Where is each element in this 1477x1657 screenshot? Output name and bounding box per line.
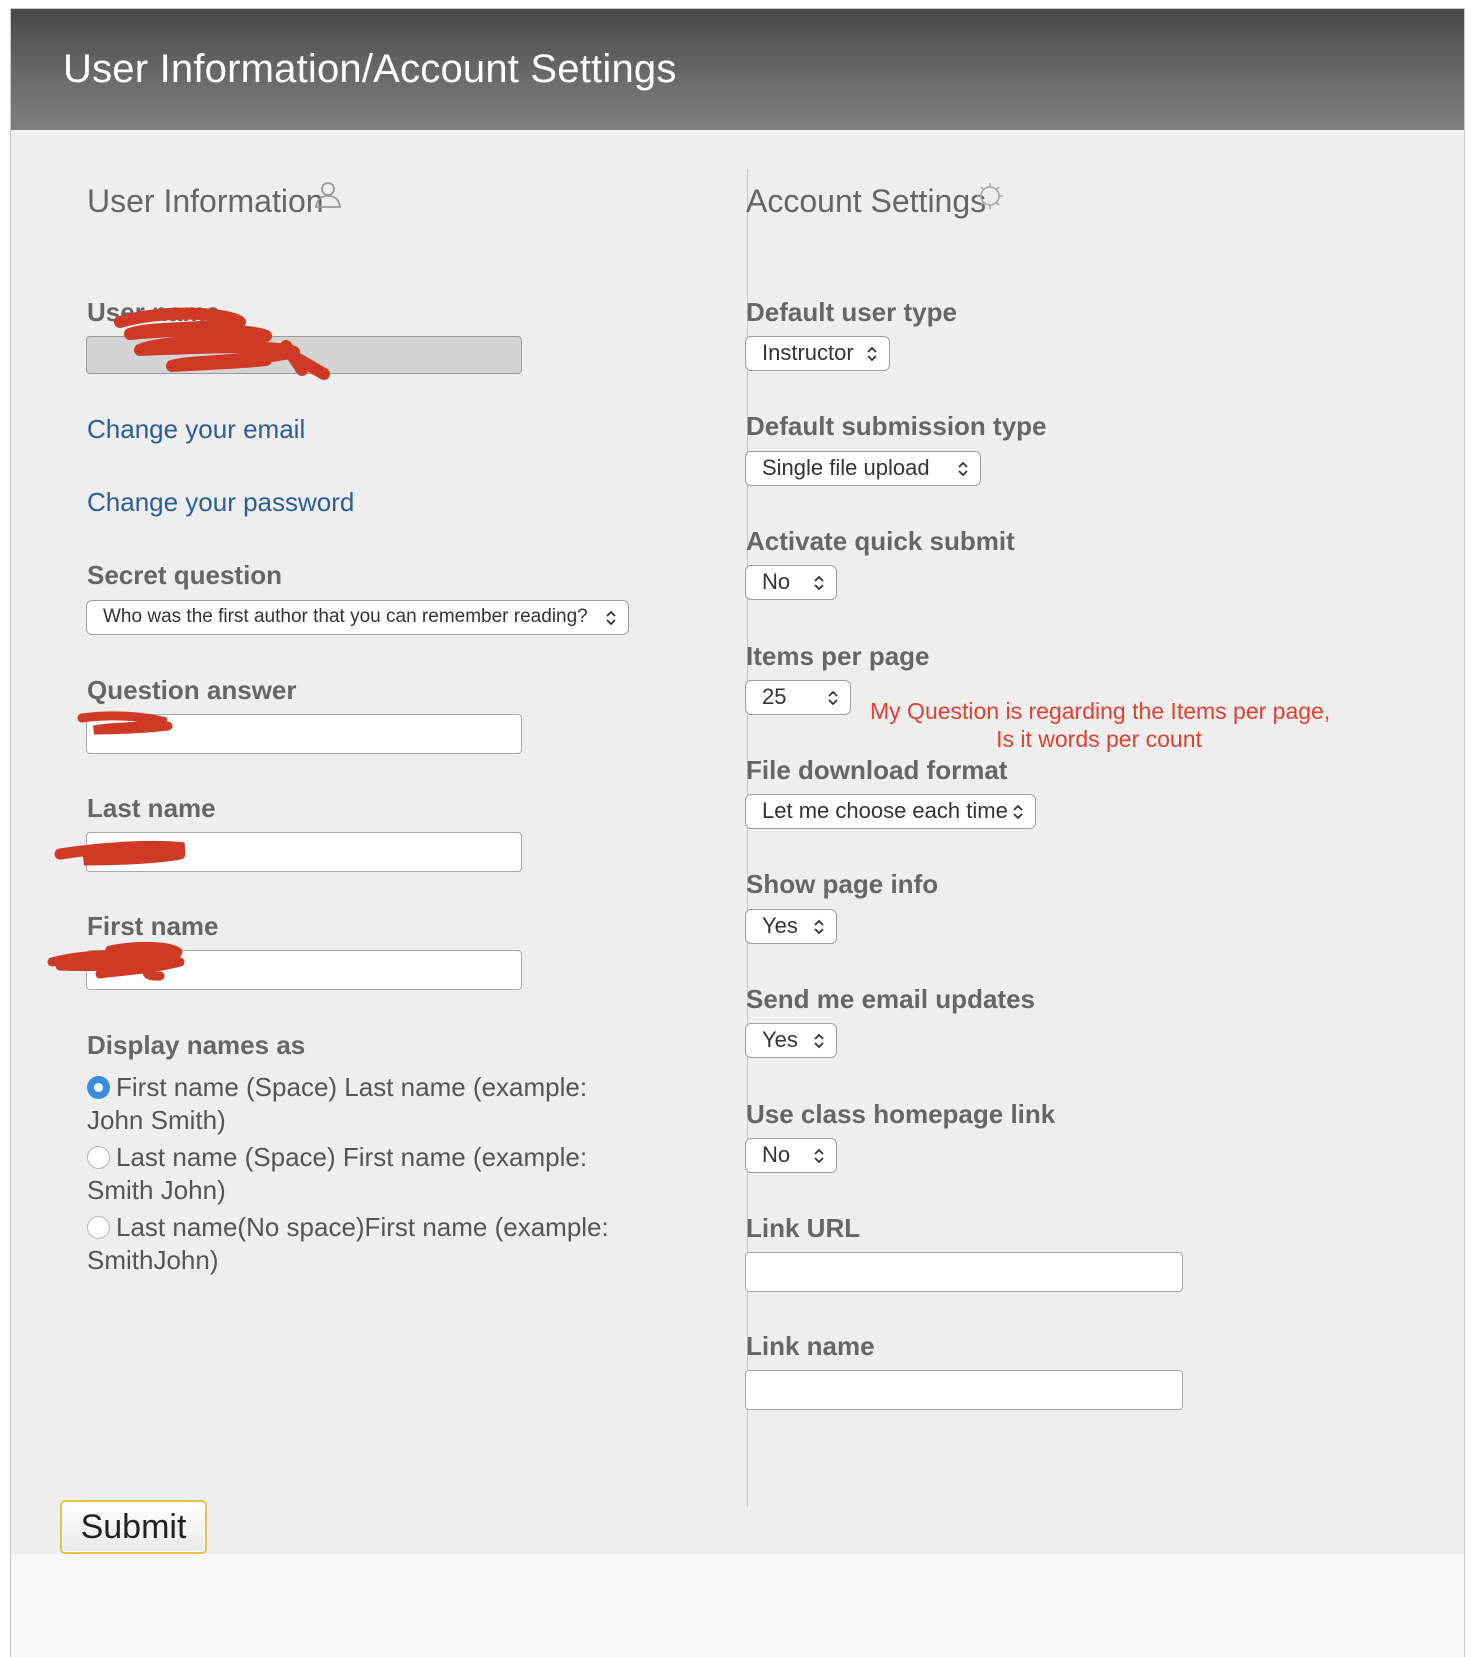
select-caret-icon (604, 601, 618, 634)
select-caret-icon (826, 681, 840, 714)
username-label: User name (87, 297, 220, 327)
change-password-link[interactable]: Change your password (87, 487, 354, 518)
file-download-format-label: File download format (746, 755, 1008, 785)
select-caret-icon (812, 1024, 826, 1057)
activate-quick-submit-value: No (762, 569, 791, 594)
show-page-info-value: Yes (762, 913, 798, 938)
activate-quick-submit-label: Activate quick submit (746, 526, 1015, 556)
annotation-note: My Question is regarding the Items per p… (870, 697, 1331, 753)
show-page-info-select[interactable]: Yes (745, 909, 837, 944)
default-user-type-value: Instructor (762, 340, 854, 365)
secret-question-label: Secret question (87, 560, 283, 590)
select-caret-icon (812, 910, 826, 943)
radio-button[interactable] (87, 1216, 110, 1239)
file-download-format-value: Let me choose each time (762, 798, 1008, 823)
items-per-page-select[interactable]: 25 (745, 680, 851, 715)
last-name-field[interactable] (86, 832, 522, 872)
radio-button[interactable] (87, 1146, 110, 1169)
gear-icon (977, 183, 1003, 209)
send-email-updates-label: Send me email updates (746, 984, 1035, 1014)
items-per-page-label: Items per page (746, 641, 930, 671)
send-email-updates-value: Yes (762, 1027, 798, 1052)
secret-question-value: Who was the first author that you can re… (103, 606, 588, 627)
link-url-field[interactable] (745, 1252, 1183, 1292)
select-caret-icon (865, 337, 879, 370)
change-email-link[interactable]: Change your email (87, 414, 305, 445)
select-caret-icon (812, 1139, 826, 1172)
page-header: User Information/Account Settings (11, 9, 1464, 130)
question-answer-label: Question answer (87, 675, 297, 705)
display-option-last-first[interactable]: Last name (Space) First name (example: S… (87, 1141, 647, 1207)
user-icon (314, 182, 342, 208)
display-option-first-last[interactable]: First name (Space) Last name (example: J… (87, 1071, 647, 1137)
display-names-label: Display names as (87, 1030, 306, 1060)
link-name-label: Link name (746, 1331, 875, 1361)
link-url-label: Link URL (746, 1213, 861, 1243)
items-per-page-value: 25 (762, 684, 787, 709)
question-answer-field[interactable] (86, 714, 522, 754)
default-user-type-label: Default user type (746, 297, 957, 327)
activate-quick-submit-select[interactable]: No (745, 565, 837, 600)
username-field (86, 336, 522, 374)
default-user-type-select[interactable]: Instructor (745, 336, 890, 371)
secret-question-select[interactable]: Who was the first author that you can re… (86, 600, 629, 635)
footer-bar (11, 1554, 1464, 1657)
file-download-format-select[interactable]: Let me choose each time (745, 794, 1036, 829)
default-submission-type-value: Single file upload (762, 455, 930, 480)
select-caret-icon (1011, 795, 1025, 828)
default-submission-type-select[interactable]: Single file upload (745, 451, 981, 486)
last-name-label: Last name (87, 793, 216, 823)
use-class-homepage-link-value: No (762, 1142, 791, 1167)
use-class-homepage-link-select[interactable]: No (745, 1138, 837, 1173)
select-caret-icon (812, 566, 826, 599)
default-submission-type-label: Default submission type (746, 411, 1047, 441)
annotation-line-2: Is it words per count (996, 726, 1202, 752)
annotation-line-1: My Question is regarding the Items per p… (870, 698, 1331, 724)
show-page-info-label: Show page info (746, 869, 939, 899)
display-option-last-first-nospace[interactable]: Last name(No space)First name (example: … (87, 1211, 647, 1277)
radio-button-checked[interactable] (87, 1076, 110, 1099)
use-class-homepage-link-label: Use class homepage link (746, 1099, 1056, 1129)
send-email-updates-select[interactable]: Yes (745, 1023, 837, 1058)
first-name-label: First name (87, 911, 219, 941)
account-settings-title: Account Settings (746, 183, 987, 219)
submit-button[interactable]: Submit (60, 1500, 207, 1554)
select-caret-icon (956, 452, 970, 485)
link-name-field[interactable] (745, 1370, 1183, 1410)
user-information-title: User Information (87, 183, 324, 219)
page-title: User Information/Account Settings (63, 47, 677, 91)
first-name-field[interactable] (86, 950, 522, 990)
